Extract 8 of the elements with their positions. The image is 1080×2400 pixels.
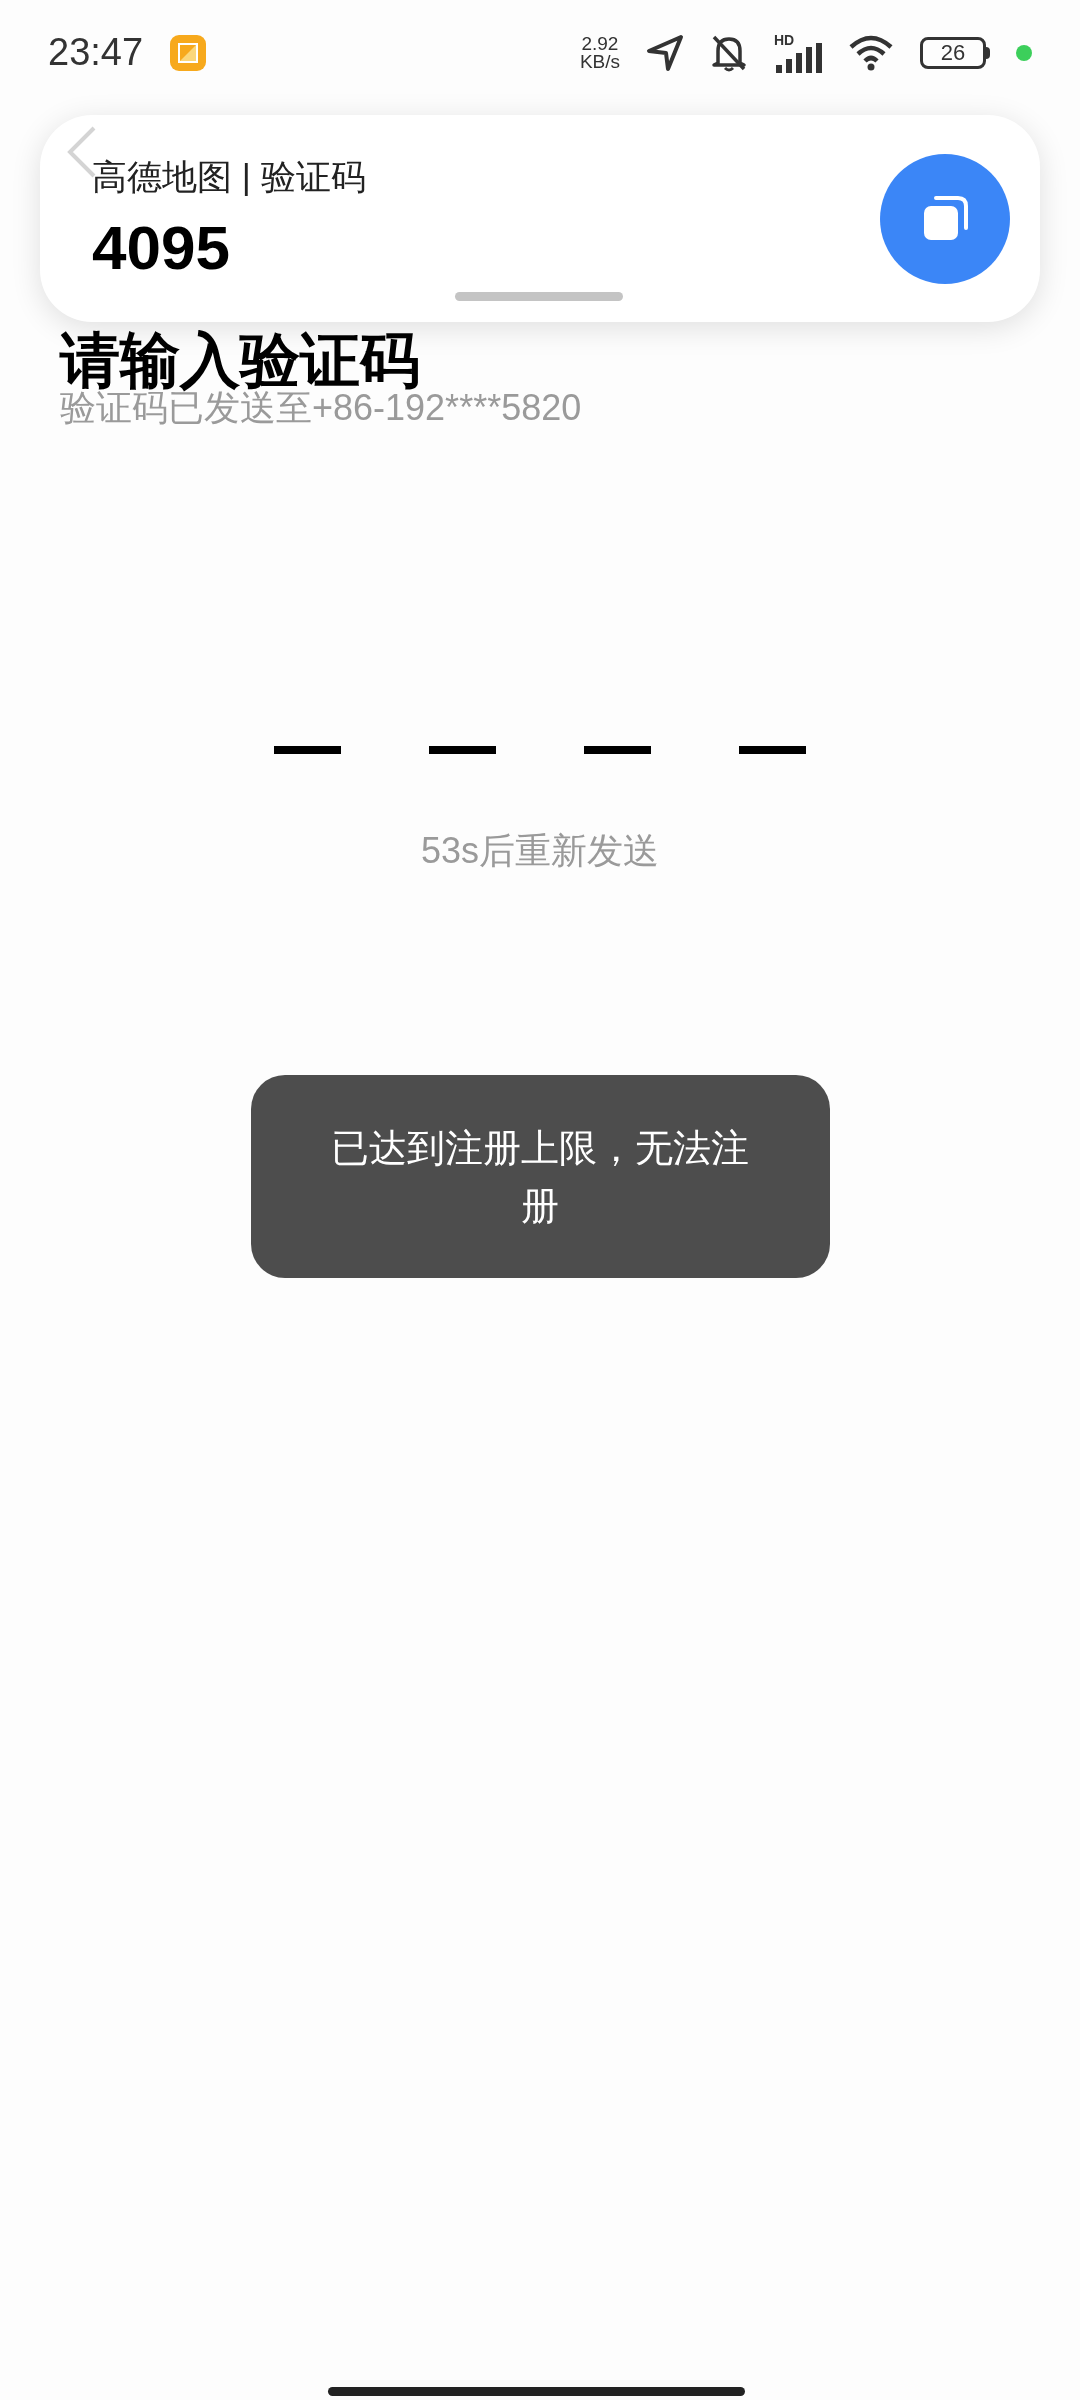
clock: 23:47 bbox=[48, 30, 144, 75]
battery-indicator: 26 bbox=[920, 36, 990, 69]
resend-countdown: 53s后重新发送 bbox=[420, 829, 659, 873]
toast-message: 已达到注册上限，无法注册 bbox=[330, 1125, 750, 1229]
notification-card[interactable]: 高德地图 | 验证码 4095 bbox=[40, 115, 1040, 322]
network-speed: 2.92 KB/s bbox=[579, 34, 620, 71]
verification-code: 4095 bbox=[92, 212, 231, 283]
notification-title: 高德地图 | 验证码 bbox=[92, 155, 367, 198]
